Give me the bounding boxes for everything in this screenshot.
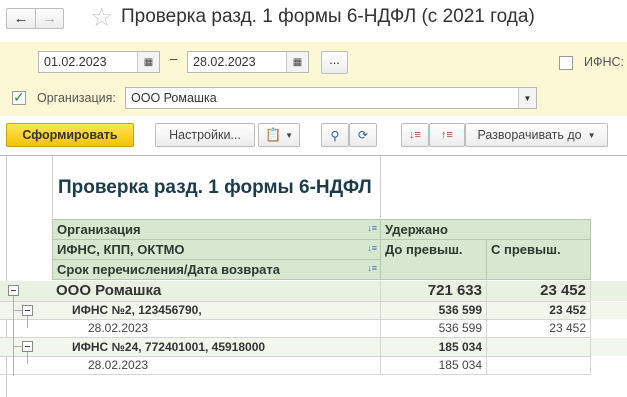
arrow-left-icon: ← (13, 10, 29, 27)
row-before: 536 599 (438, 321, 482, 335)
grid-line (486, 281, 487, 375)
row-label: 28.02.2023 (88, 358, 149, 372)
sort-asc-button[interactable]: ↑≡ (429, 123, 465, 147)
chevron-down-icon: ▼ (587, 130, 596, 140)
search-button[interactable]: ⚲ (321, 123, 349, 147)
window-title: Проверка разд. 1 формы 6-НДФЛ (с 2021 го… (121, 6, 535, 27)
tree-line (27, 352, 28, 364)
sort-ascending-icon: ↑≡ (441, 129, 453, 141)
row-after: 23 452 (540, 282, 586, 299)
report-title: Проверка разд. 1 формы 6-НДФЛ (58, 177, 372, 198)
favorite-star-icon[interactable]: ☆ (90, 2, 113, 32)
header-before[interactable]: До превыш. (380, 239, 487, 280)
collapse-icon[interactable] (22, 341, 33, 352)
date-range-dash: – (170, 51, 178, 66)
generate-button[interactable]: Сформировать (6, 123, 134, 147)
settings-button[interactable]: Настройки... (155, 123, 255, 147)
grid-line (380, 281, 381, 375)
row-before: 721 633 (427, 282, 482, 299)
sort-icon: ↓≡ (367, 243, 377, 253)
grid-line (590, 281, 591, 375)
grid-line (6, 156, 7, 397)
sort-icon: ↓≡ (367, 263, 377, 273)
grid-line (0, 374, 591, 375)
header-org-label: Организация (57, 222, 141, 237)
back-button[interactable]: ← (6, 8, 35, 29)
row-after (486, 338, 590, 342)
search-icon: ⚲ (330, 128, 340, 143)
clipboard-icon: 📋 (264, 127, 282, 142)
date-from-value: 01.02.2023 (44, 55, 107, 69)
ifns-label: ИФНС: (584, 55, 625, 69)
grid-line (0, 337, 591, 338)
row-before: 536 599 (438, 303, 482, 317)
grid-line (52, 156, 53, 218)
org-label: Организация: (37, 91, 116, 105)
period-select-button[interactable]: ... (321, 51, 348, 74)
forward-button[interactable]: → (35, 8, 64, 29)
grid-line (0, 301, 591, 302)
sort-desc-button[interactable]: ↓≡ (401, 123, 429, 147)
header-org[interactable]: Организация ↓≡ (52, 219, 381, 240)
grid-line (0, 319, 591, 320)
date-to-value: 28.02.2023 (193, 55, 256, 69)
sort-icon: ↓≡ (367, 223, 377, 233)
row-label: 28.02.2023 (88, 321, 149, 335)
tree-line (13, 346, 22, 347)
search-refresh-icon: ⟳ (357, 128, 369, 142)
expand-to-label: Разворачивать до (477, 128, 582, 142)
search-replace-button[interactable]: ⟳ (349, 123, 377, 147)
header-term[interactable]: Срок перечисления/Дата возврата ↓≡ (52, 259, 381, 280)
collapse-icon[interactable] (8, 285, 19, 296)
row-before: 185 034 (438, 340, 482, 354)
header-ifns[interactable]: ИФНС, КПП, ОКТМО ↓≡ (52, 239, 381, 260)
row-label: ООО Ромашка (56, 282, 162, 299)
grid-line (0, 356, 591, 357)
tree-line (13, 310, 22, 311)
calendar-icon[interactable]: ▦ (137, 52, 159, 72)
row-label: ИФНС №24, 772401001, 45918000 (72, 340, 266, 354)
org-select[interactable]: ООО Ромашка ▼ (125, 87, 537, 109)
tree-line (13, 296, 14, 376)
header-after[interactable]: С превыш. (486, 239, 591, 280)
chevron-down-icon: ▼ (285, 130, 294, 140)
date-to-field[interactable]: 28.02.2023 ▦ (187, 51, 309, 73)
variants-button[interactable]: 📋 ▼ (258, 123, 300, 147)
header-ifns-label: ИФНС, КПП, ОКТМО (57, 242, 185, 257)
row-after: 23 452 (549, 303, 586, 317)
header-term-label: Срок перечисления/Дата возврата (57, 262, 280, 277)
arrow-right-icon: → (42, 10, 57, 27)
tree-line (27, 316, 28, 328)
org-select-value: ООО Ромашка (131, 91, 217, 105)
date-from-field[interactable]: 01.02.2023 ▦ (38, 51, 160, 73)
ifns-checkbox[interactable] (559, 56, 573, 70)
collapse-icon[interactable] (22, 305, 33, 316)
org-checkbox[interactable] (12, 89, 26, 106)
calendar-icon[interactable]: ▦ (286, 52, 308, 72)
sort-descending-icon: ↓≡ (409, 129, 421, 141)
header-withheld[interactable]: Удержано (380, 219, 591, 240)
expand-to-button[interactable]: Разворачивать до ▼ (465, 123, 608, 147)
row-after: 23 452 (549, 321, 586, 335)
row-before: 185 034 (438, 358, 482, 372)
row-label: ИФНС №2, 123456790, (72, 303, 202, 317)
grid-line (380, 156, 381, 218)
chevron-down-icon[interactable]: ▼ (518, 88, 536, 108)
